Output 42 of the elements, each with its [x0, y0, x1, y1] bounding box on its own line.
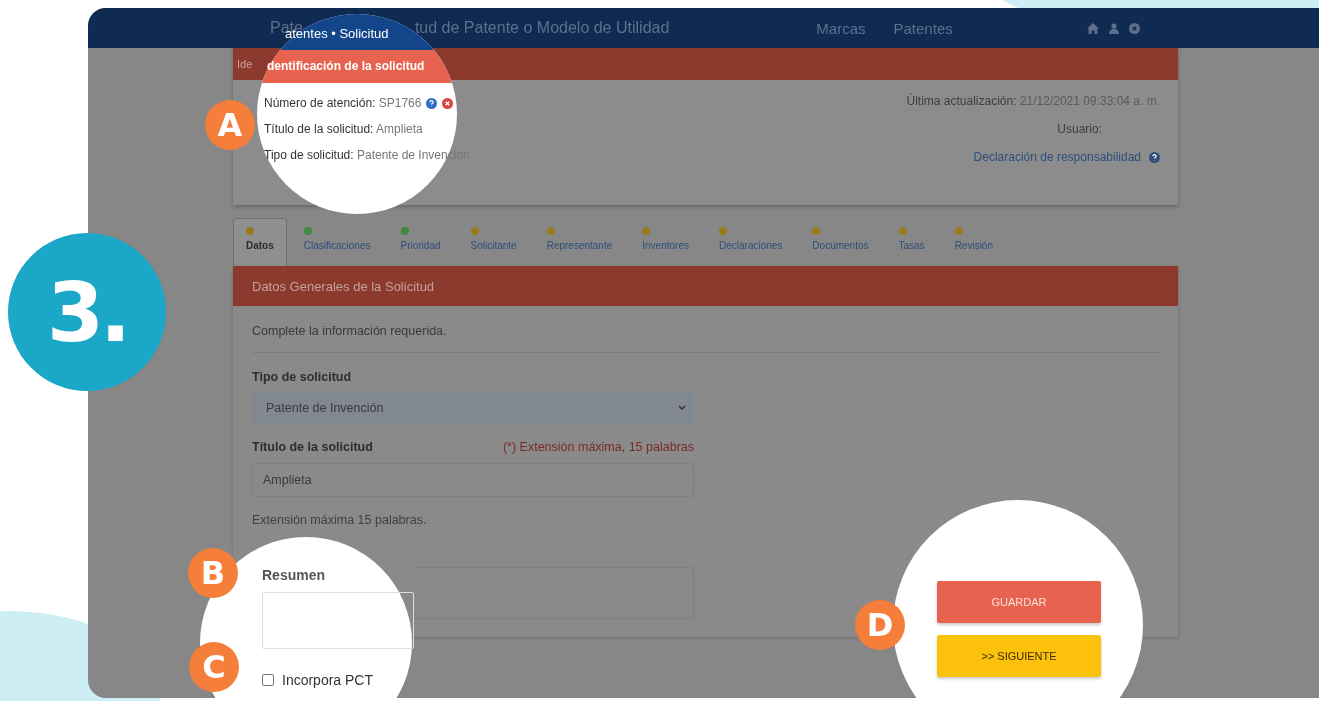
step-tab[interactable]: Documentos: [799, 218, 882, 266]
step-tab[interactable]: Prioridad: [387, 218, 454, 266]
close-icon[interactable]: [1129, 22, 1140, 34]
info-line: Título de la solicitud: Amplieta: [264, 122, 423, 136]
step-tab[interactable]: Solicitante: [457, 218, 530, 266]
summary-field-magnified[interactable]: [262, 592, 414, 649]
info-line: Número de atención: SP1766: [264, 96, 422, 110]
checkbox-label: Incorpora PCT: [282, 672, 374, 688]
field-note: (*) Extensión máxima, 15 palabras: [502, 440, 694, 454]
help-text: Extensión máxima 15 palabras.: [252, 513, 428, 527]
nav-link[interactable]: Marcas: [816, 19, 866, 37]
disclaimer-link[interactable]: Declaración de responsabilidad: [973, 150, 1141, 164]
step-tab[interactable]: Representante: [533, 218, 626, 266]
field-label: Resumen: [262, 567, 327, 583]
help-icon[interactable]: [1149, 151, 1160, 163]
user-icon[interactable]: [1109, 22, 1119, 34]
close-icon[interactable]: [442, 97, 454, 109]
help-icon[interactable]: [426, 97, 438, 109]
save-button[interactable]: GUARDAR: [937, 581, 1101, 623]
field-label: Título de la solicitud: [252, 440, 373, 454]
step-tab[interactable]: Declaraciones: [706, 218, 796, 266]
card-title: Ide: [237, 58, 253, 70]
step-tab[interactable]: Tasas: [885, 218, 938, 266]
chevron-down-icon: [678, 405, 686, 411]
step-tab[interactable]: Clasificaciones: [290, 218, 384, 266]
type-select[interactable]: Patente de Invención: [252, 392, 694, 424]
checkbox[interactable]: [262, 674, 274, 686]
intro-text: Complete la información requerida.: [252, 324, 448, 338]
user-label: Usuario:: [1057, 122, 1102, 136]
step-tab[interactable]: Datos: [233, 218, 287, 266]
next-button[interactable]: >> SIGUIENTE: [937, 635, 1101, 677]
field-label: Tipo de solicitud: [252, 370, 353, 384]
home-icon[interactable]: [1087, 22, 1099, 34]
title-input[interactable]: Amplieta: [252, 463, 694, 497]
step-tab[interactable]: Inventores: [629, 218, 702, 266]
summary-field[interactable]: [414, 567, 694, 619]
page-title: tud de Patente o Modelo de Utilidad: [414, 19, 670, 37]
section-title: dentificación de la solicitud: [267, 59, 425, 73]
step-tab[interactable]: Revisión: [941, 218, 1006, 266]
nav-link[interactable]: Patentes: [893, 19, 953, 37]
step-number: 3.: [8, 233, 166, 391]
panel-title: Datos Generales de la Solicitud: [252, 278, 435, 294]
